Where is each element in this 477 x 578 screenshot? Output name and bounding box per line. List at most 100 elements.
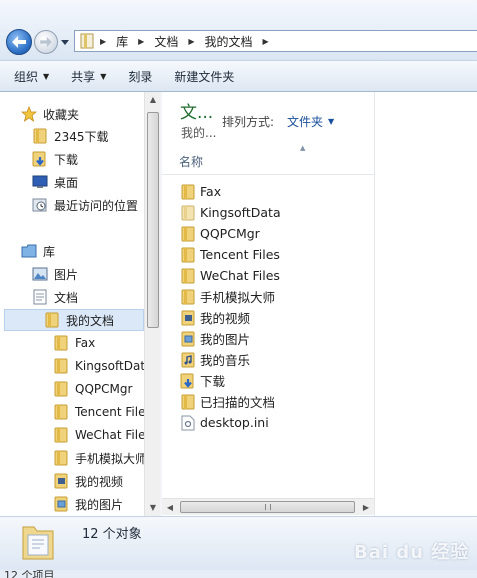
- chevron-down-icon: ▼: [328, 117, 335, 126]
- list-item[interactable]: desktop.ini: [179, 412, 269, 433]
- organize-button[interactable]: 组织 ▼: [14, 68, 49, 85]
- sidebar-item-tencent-files[interactable]: Tencent File: [52, 401, 145, 423]
- folder-icon: [80, 33, 94, 49]
- sidebar-item-label: 手机模拟大师: [75, 451, 148, 466]
- list-item[interactable]: 我的视频: [179, 307, 250, 328]
- scroll-thumb[interactable]: [147, 112, 159, 328]
- scroll-up-arrow[interactable]: ▲: [145, 92, 160, 106]
- desktop-icon: [31, 174, 48, 191]
- sidebar-item-pictures[interactable]: 图片: [31, 263, 78, 285]
- navigation-pane: 收藏夹 2345下载 下载 桌面 最近访问的位置 库 图片 文档 我的文档 Fa…: [0, 92, 160, 516]
- sidebar-item-label: 桌面: [54, 175, 79, 190]
- sidebar-item-label: 图片: [54, 267, 79, 282]
- sidebar-item-my-videos[interactable]: 我的视频: [52, 470, 123, 492]
- preview-area: [374, 92, 477, 516]
- burn-label: 刻录: [128, 69, 153, 84]
- list-item[interactable]: QQPCMgr: [179, 223, 260, 244]
- file-name: 已扫描的文档: [200, 395, 276, 410]
- breadcrumb-separator[interactable]: ▶: [100, 37, 106, 46]
- videos-folder-icon: [179, 309, 196, 326]
- breadcrumb-library[interactable]: 库: [116, 33, 128, 50]
- share-button[interactable]: 共享 ▼: [71, 68, 106, 85]
- back-button[interactable]: [6, 29, 32, 55]
- folder-icon: [52, 381, 69, 398]
- sidebar-item-desktop[interactable]: 桌面: [31, 171, 78, 193]
- sidebar-item-recent-places[interactable]: 最近访问的位置: [31, 194, 138, 216]
- sidebar-item-kingsoftdata[interactable]: KingsoftDat: [52, 355, 145, 377]
- folder-icon: [179, 204, 196, 221]
- sidebar-item-label: KingsoftDat: [75, 359, 146, 373]
- sidebar-item-my-pictures[interactable]: 我的图片: [52, 493, 123, 515]
- list-item[interactable]: 下载: [179, 370, 225, 391]
- burn-button[interactable]: 刻录: [128, 68, 152, 85]
- list-item[interactable]: 我的图片: [179, 328, 250, 349]
- breadcrumb-separator[interactable]: ▶: [188, 37, 194, 46]
- column-header-label: 名称: [179, 155, 204, 169]
- navigation-scrollbar[interactable]: ▲ ▼: [144, 92, 160, 516]
- arrow-left-icon: [12, 36, 26, 48]
- column-header-name[interactable]: ▲ 名称: [162, 144, 374, 175]
- file-name: Tencent Files: [200, 247, 280, 262]
- folder-icon: [179, 288, 196, 305]
- address-field[interactable]: ▶ 库 ▶ 文档 ▶ 我的文档 ▶: [74, 30, 477, 52]
- videos-folder-icon: [52, 473, 69, 490]
- chevron-down-icon: ▼: [100, 71, 107, 81]
- list-item[interactable]: KingsoftData: [179, 202, 281, 223]
- address-bar: ▶ 库 ▶ 文档 ▶ 我的文档 ▶: [0, 0, 477, 60]
- breadcrumb-separator[interactable]: ▶: [138, 37, 144, 46]
- sidebar-item-qqpcmgr[interactable]: QQPCMgr: [52, 378, 132, 400]
- item-count: 12 个对象: [82, 527, 142, 542]
- list-item[interactable]: Fax: [179, 181, 221, 202]
- sidebar-item-label: 2345下载: [54, 129, 109, 144]
- sidebar-item-favorites[interactable]: 收藏夹: [20, 103, 79, 125]
- status-text: 12 个项目: [4, 570, 55, 578]
- sidebar-item-downloads[interactable]: 下载: [31, 148, 78, 170]
- library-icon: [20, 243, 37, 260]
- list-item[interactable]: WeChat Files: [179, 265, 280, 286]
- folder-icon: [179, 267, 196, 284]
- sidebar-item-label: 文档: [54, 290, 79, 305]
- new-folder-button[interactable]: 新建文件夹: [174, 68, 234, 85]
- sidebar-item-libraries[interactable]: 库: [20, 240, 55, 262]
- breadcrumb-documents[interactable]: 文档: [154, 33, 178, 50]
- list-item[interactable]: Tencent Files: [179, 244, 280, 265]
- folder-icon: [43, 312, 60, 329]
- folder-icon: [52, 450, 69, 467]
- scroll-thumb[interactable]: [180, 501, 355, 513]
- sidebar-item-phone-emulator[interactable]: 手机模拟大师: [52, 447, 147, 469]
- scroll-right-arrow[interactable]: ▶: [358, 499, 374, 516]
- sidebar-item-fax[interactable]: Fax: [52, 332, 95, 354]
- scroll-left-arrow[interactable]: ◀: [162, 499, 178, 516]
- file-list-pane: 文... 我的... 排列方式: 文件夹 ▼ ▲ 名称 Fax Kingsoft…: [162, 92, 374, 516]
- sort-ascending-icon: ▲: [300, 144, 306, 152]
- sidebar-item-label: 最近访问的位置: [54, 198, 139, 213]
- sidebar-item-2345-downloads[interactable]: 2345下载: [31, 125, 109, 147]
- file-name: 我的图片: [200, 332, 251, 347]
- arrange-by-dropdown[interactable]: 文件夹 ▼: [287, 113, 334, 130]
- share-label: 共享: [71, 69, 96, 84]
- library-title: 文...: [180, 103, 214, 123]
- forward-button[interactable]: [34, 30, 58, 54]
- horizontal-scrollbar[interactable]: ◀ ▶: [162, 498, 374, 515]
- list-item[interactable]: 已扫描的文档: [179, 391, 275, 412]
- recent-pages-dropdown[interactable]: [60, 38, 70, 46]
- folder-icon: [179, 225, 196, 242]
- new-folder-label: 新建文件夹: [174, 69, 235, 84]
- list-item[interactable]: 手机模拟大师: [179, 286, 275, 307]
- sidebar-item-label: 我的视频: [75, 474, 124, 489]
- file-name: 我的音乐: [200, 353, 251, 368]
- sidebar-item-documents[interactable]: 文档: [31, 286, 78, 308]
- sidebar-item-my-documents[interactable]: 我的文档: [4, 309, 144, 331]
- pictures-library-icon: [31, 266, 48, 283]
- list-item[interactable]: 我的音乐: [179, 349, 250, 370]
- sidebar-item-label: WeChat File: [75, 428, 146, 442]
- scroll-down-arrow[interactable]: ▼: [145, 500, 160, 514]
- breadcrumb-my-documents[interactable]: 我的文档: [205, 33, 253, 50]
- grip-icon: [264, 504, 271, 510]
- breadcrumb-separator[interactable]: ▶: [263, 37, 269, 46]
- sidebar-item-label: 收藏夹: [43, 107, 80, 122]
- documents-library-icon: [31, 289, 48, 306]
- file-name: 手机模拟大师: [200, 290, 276, 305]
- file-name: WeChat Files: [200, 268, 280, 283]
- sidebar-item-wechat-files[interactable]: WeChat File: [52, 424, 145, 446]
